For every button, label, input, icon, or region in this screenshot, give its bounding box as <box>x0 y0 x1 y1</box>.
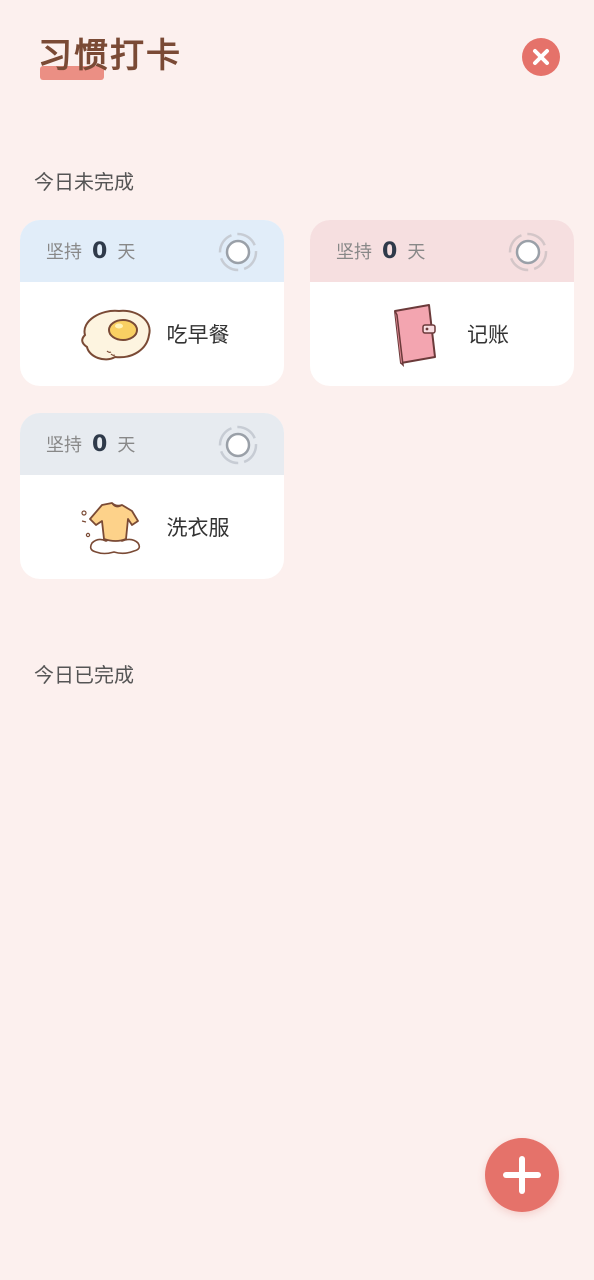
checkbox-ring-icon[interactable] <box>218 425 258 465</box>
streak-prefix: 坚持 <box>46 242 82 263</box>
title-text: 习惯打卡 <box>38 36 182 76</box>
habit-card-body: 洗衣服 <box>20 475 284 579</box>
streak-prefix: 坚持 <box>46 435 82 456</box>
streak-count: 0 <box>92 432 108 457</box>
habit-card-body: 吃早餐 <box>20 282 284 386</box>
close-icon <box>533 49 549 65</box>
streak-unit: 天 <box>117 242 136 263</box>
habit-card-laundry[interactable]: 坚持 0 天 洗衣服 <box>20 413 284 579</box>
habit-name: 洗衣服 <box>166 516 230 540</box>
streak-counter: 坚持 0 天 <box>336 238 425 264</box>
section-label-incomplete: 今日未完成 <box>34 170 134 194</box>
streak-count: 0 <box>382 239 398 264</box>
streak-unit: 天 <box>117 435 136 456</box>
add-habit-button[interactable] <box>485 1138 559 1212</box>
streak-unit: 天 <box>407 242 426 263</box>
streak-count: 0 <box>92 239 108 264</box>
habit-card-header: 坚持 0 天 <box>310 220 574 282</box>
habit-card-header: 坚持 0 天 <box>20 220 284 282</box>
close-button[interactable] <box>522 38 560 76</box>
laundry-shirt-icon <box>80 502 140 555</box>
plus-icon <box>503 1156 541 1194</box>
streak-counter: 坚持 0 天 <box>46 238 135 264</box>
habit-card-bookkeeping[interactable]: 坚持 0 天 记账 <box>310 220 574 386</box>
habit-card-header: 坚持 0 天 <box>20 413 284 475</box>
section-label-complete: 今日已完成 <box>34 663 134 687</box>
checkbox-ring-icon[interactable] <box>508 232 548 272</box>
streak-counter: 坚持 0 天 <box>46 431 135 457</box>
streak-prefix: 坚持 <box>336 242 372 263</box>
notebook-icon <box>394 304 436 367</box>
fried-egg-icon <box>80 309 151 361</box>
habit-name: 记账 <box>467 323 509 347</box>
habit-card-breakfast[interactable]: 坚持 0 天 吃早餐 <box>20 220 284 386</box>
page-title: 习惯打卡 <box>38 34 182 80</box>
habit-card-body: 记账 <box>310 282 574 386</box>
checkbox-ring-icon[interactable] <box>218 232 258 272</box>
habit-name: 吃早餐 <box>166 323 230 347</box>
